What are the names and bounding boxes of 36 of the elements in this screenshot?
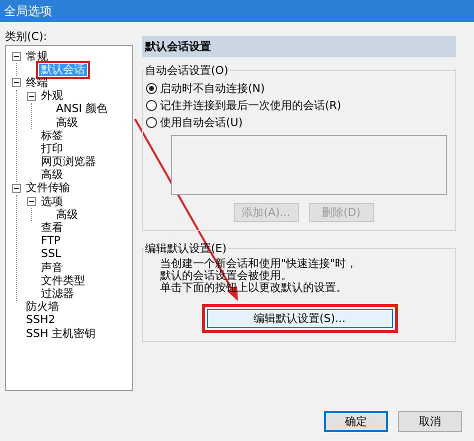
edit-defaults-button[interactable]: 编辑默认设置(S)... [206,309,392,328]
radio-option[interactable]: 启动时不自动连接(N) [146,80,447,97]
collapse-icon[interactable] [27,92,36,101]
collapse-icon[interactable] [12,52,21,62]
tree-item[interactable]: 文件传输 [24,182,72,194]
collapse-icon[interactable] [27,197,36,206]
tree-item[interactable]: 查看 [39,222,65,234]
tree-item[interactable]: SSL [39,248,64,260]
category-label: 类别(C): [5,29,48,45]
window-title: 全局选项 [0,0,474,22]
tree-item[interactable]: SSH 主机密钥 [24,328,98,340]
tree-item[interactable]: 高级 [54,116,80,129]
collapse-icon[interactable] [12,184,21,193]
tree-item[interactable]: 文件类型 [39,274,87,287]
radio-option[interactable]: 使用自动会话(U) [146,114,447,131]
tree-item[interactable]: ANSI 颜色 [54,103,110,116]
tree-item[interactable]: FTP [39,235,62,248]
radio-option[interactable]: 记住并连接到最后一次使用的会话(R) [146,97,447,114]
tree-item[interactable]: 防火墙 [24,301,61,314]
collapse-icon[interactable] [12,78,21,88]
tree-item[interactable]: 高级 [39,169,65,182]
panel-header: 默认会话设置 [142,36,456,57]
tree-item[interactable]: 声音 [39,262,65,274]
tree-item[interactable]: 过滤器 [39,288,76,300]
tree-item[interactable]: 高级 [54,208,80,221]
tree-item[interactable]: 外观 [39,90,65,102]
dialog-button[interactable]: 确定 [324,411,388,432]
dialog-button[interactable]: 取消 [398,411,462,432]
tree-item[interactable]: 终端 [24,76,50,89]
tree-item[interactable]: 网页浏览器 [39,156,98,168]
group-title: 自动会话设置(O) [144,63,230,78]
tree-item[interactable]: SSH2 [24,314,58,326]
tree-item[interactable]: 标签 [39,130,65,142]
tree-item[interactable]: 常规 [24,50,50,63]
tree-item[interactable]: 选项 [39,196,65,208]
tree-item[interactable]: 打印 [39,142,65,155]
